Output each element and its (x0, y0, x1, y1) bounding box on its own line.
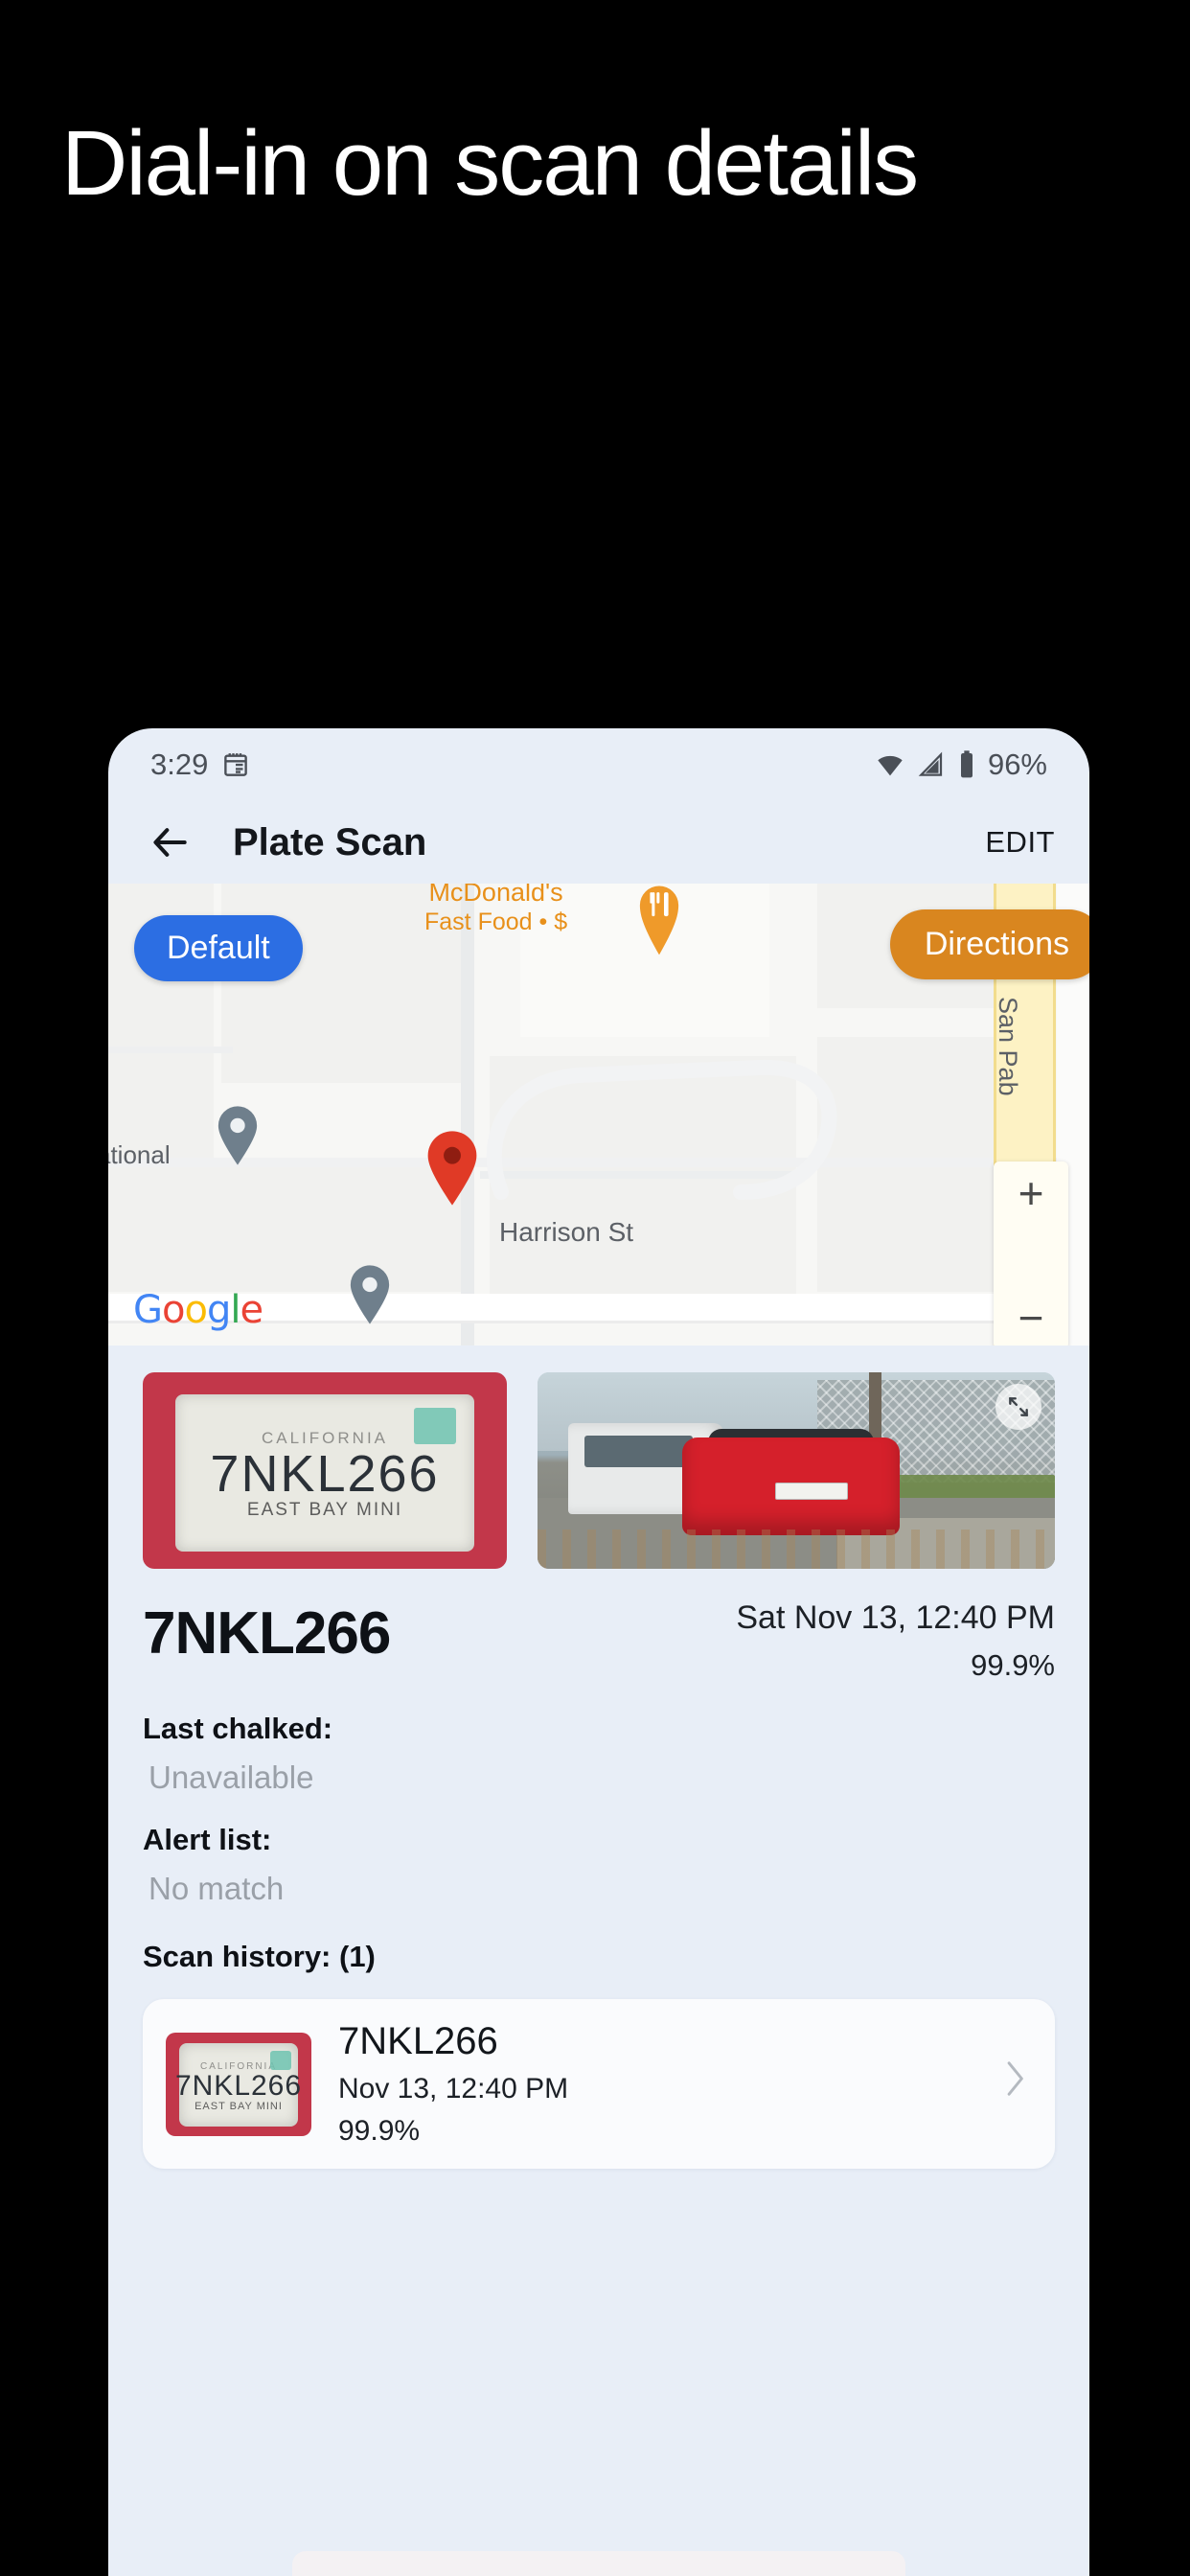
map-street-label: Harrison St (499, 1217, 634, 1247)
detail-value: Unavailable (149, 1760, 314, 1795)
scan-detail-content: CALIFORNIA 7NKL266 EAST BAY MINI 7NKL266… (108, 1346, 1089, 2169)
thumb-dealer-label: EAST BAY MINI (195, 2101, 283, 2113)
scan-history-title: Scan history: (1) (143, 1940, 376, 1973)
thumb-registration-sticker (269, 2051, 291, 2071)
scan-images-row: CALIFORNIA 7NKL266 EAST BAY MINI (108, 1346, 1089, 1569)
thumb-plate-frame: CALIFORNIA 7NKL266 EAST BAY MINI (175, 2043, 301, 2127)
expand-image-icon[interactable] (995, 1384, 1041, 1430)
scan-history-thumbnail: CALIFORNIA 7NKL266 EAST BAY MINI (166, 2032, 311, 2136)
map-pin-red-primary[interactable] (424, 1131, 480, 1210)
photo-leaves (538, 1530, 1055, 1569)
map-poi-subtitle: Fast Food • $ (424, 908, 568, 935)
scan-history-info: 7NKL266 Nov 13, 12:40 PM 99.9% (338, 2020, 568, 2148)
calendar-icon (221, 750, 250, 779)
map-poi-label: McDonald's Fast Food • $ (424, 884, 567, 936)
plate-photo-number: 7NKL266 (210, 1444, 440, 1503)
photo-van-window (584, 1436, 693, 1467)
vehicle-photo[interactable] (538, 1372, 1055, 1569)
scan-plate-number: 7NKL266 (143, 1600, 391, 1667)
scan-detail-fields: Last chalked: Unavailable Alert list: No… (108, 1683, 1089, 1907)
cellular-signal-icon (917, 750, 946, 779)
thumb-plate-number: 7NKL266 (174, 2070, 303, 2103)
edit-button[interactable]: EDIT (985, 825, 1055, 860)
map-pin-grey-secondary (216, 1106, 260, 1170)
plate-registration-sticker (414, 1408, 457, 1445)
map-directions-button[interactable]: Directions (889, 909, 1089, 979)
detail-field-last-chalked: Last chalked: Unavailable (143, 1712, 1055, 1796)
map-partial-label: ational (108, 1140, 171, 1169)
page-title: Plate Scan (233, 820, 427, 863)
google-attribution: Google (133, 1288, 263, 1332)
restaurant-pin-icon (637, 884, 681, 967)
scan-summary: 7NKL266 Sat Nov 13, 12:40 PM 99.9% (108, 1569, 1089, 1683)
google-letter-o1: o (162, 1288, 186, 1332)
detail-value: No match (149, 1871, 285, 1906)
scan-history-plate: 7NKL266 (338, 2020, 498, 2062)
photo-car-plate (775, 1482, 848, 1501)
google-letter-g2: g (206, 1288, 231, 1332)
map-poi-name: McDonald's (428, 884, 563, 907)
google-letter-e: e (240, 1288, 263, 1332)
detail-label: Last chalked: (143, 1712, 333, 1745)
google-letter-g: G (133, 1288, 163, 1332)
map-view[interactable]: McDonald's Fast Food • $ ational (108, 884, 1089, 1346)
battery-icon (957, 749, 976, 780)
wifi-icon (875, 749, 905, 780)
promo-headline: Dial-in on scan details (61, 112, 919, 215)
plate-photo[interactable]: CALIFORNIA 7NKL266 EAST BAY MINI (143, 1372, 507, 1569)
app-bar: Plate Scan EDIT (108, 801, 1089, 884)
google-letter-o2: o (184, 1288, 208, 1332)
map-zoom-in-button[interactable]: + (994, 1162, 1068, 1225)
status-bar-time: 3:29 (150, 748, 209, 781)
plate-frame: CALIFORNIA 7NKL266 EAST BAY MINI (175, 1393, 474, 1552)
scan-timestamp: Sat Nov 13, 12:40 PM (736, 1599, 1055, 1636)
detail-label: Alert list: (143, 1823, 272, 1856)
scan-summary-right: Sat Nov 13, 12:40 PM 99.9% (736, 1599, 1055, 1683)
map-default-button[interactable]: Default (134, 915, 303, 981)
back-arrow-icon (149, 821, 192, 863)
bottom-sheet-hint (292, 2551, 905, 2576)
phone-screen: 3:29 96% Plate Scan EDIT McDonald's Fast… (108, 728, 1089, 2576)
map-pin-grey-bottom (348, 1265, 392, 1329)
map-highway-label: San Pab (994, 997, 1022, 1096)
detail-field-alert-list: Alert list: No match (143, 1823, 1055, 1907)
chevron-right-icon[interactable] (997, 2055, 1032, 2114)
battery-level-label: 96% (987, 748, 1047, 781)
map-zoom-out-button[interactable]: − (994, 1286, 1068, 1346)
back-button[interactable] (143, 815, 198, 870)
plate-dealer-label: EAST BAY MINI (246, 1499, 403, 1520)
map-zoom-controls[interactable]: + − (994, 1162, 1068, 1346)
status-bar: 3:29 96% (108, 728, 1089, 801)
scan-confidence: 99.9% (971, 1648, 1055, 1682)
scan-history-confidence: 99.9% (338, 2115, 421, 2147)
scan-history-item[interactable]: CALIFORNIA 7NKL266 EAST BAY MINI 7NKL266… (143, 1999, 1055, 2169)
scan-history-date: Nov 13, 12:40 PM (338, 2073, 569, 2104)
google-letter-l: l (230, 1288, 240, 1332)
